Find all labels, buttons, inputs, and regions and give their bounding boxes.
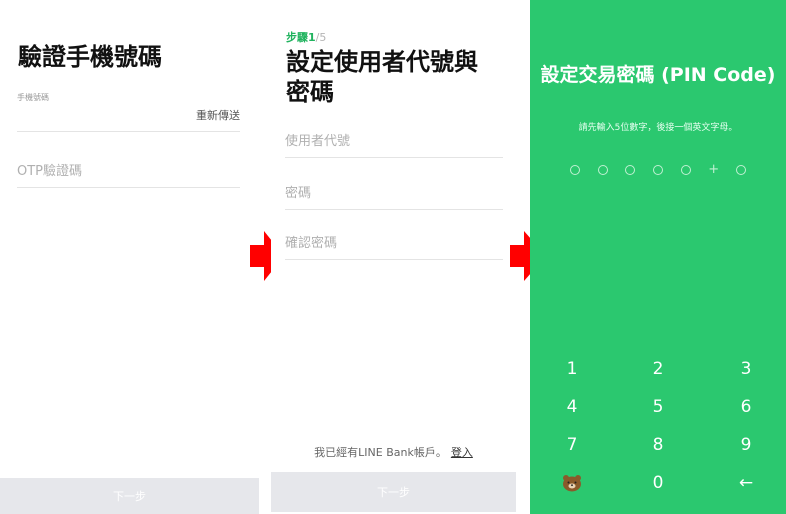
login-link[interactable]: 登入	[451, 446, 473, 459]
confirm-password-placeholder: 確認密碼	[285, 236, 338, 251]
pin-dot	[680, 165, 691, 175]
backspace-arrow-icon[interactable]: ←	[716, 468, 776, 498]
pin-hint: 請先輸入5位數字，後接一個英文字母。	[578, 123, 738, 133]
page-title: 設定交易密碼 (PIN Code)	[540, 64, 776, 86]
key-5[interactable]: 5	[628, 392, 688, 422]
red-arrow-stem	[510, 245, 524, 267]
user-id-input[interactable]: 使用者代號	[285, 124, 503, 158]
pin-letter-dot	[735, 165, 746, 175]
key-2[interactable]: 2	[628, 354, 688, 384]
key-4[interactable]: 4	[542, 392, 602, 422]
otp-placeholder: OTP驗證碼	[17, 164, 83, 179]
resend-button[interactable]: 重新傳送	[196, 107, 240, 123]
key-1[interactable]: 1	[542, 354, 602, 384]
have-account-text: 我已經有LINE Bank帳戶。	[314, 446, 447, 459]
pin-dot	[570, 165, 580, 175]
confirm-password-input[interactable]: 確認密碼	[285, 226, 503, 260]
bear-icon	[563, 475, 581, 492]
step-current: 步驟1	[286, 31, 316, 44]
password-placeholder: 密碼	[285, 186, 312, 201]
phone-field-label: 手機號碼	[17, 93, 49, 102]
key-9[interactable]: 9	[716, 430, 776, 460]
page-title: 設定使用者代號與密碼	[286, 48, 478, 106]
key-8[interactable]: 8	[628, 430, 688, 460]
next-button[interactable]: 下一步	[271, 472, 516, 512]
key-6[interactable]: 6	[716, 392, 776, 422]
step-indicator: 步驟1/5	[286, 29, 326, 45]
existing-account-row: 我已經有LINE Bank帳戶。 登入	[271, 444, 516, 460]
pin-indicator: +	[570, 163, 746, 177]
red-arrow-stem	[250, 245, 264, 267]
verify-phone-screen: 驗證手機號碼 手機號碼 重新傳送 OTP驗證碼 下一步	[0, 0, 259, 514]
page-title: 驗證手機號碼	[18, 43, 162, 71]
bear-key[interactable]	[542, 468, 602, 498]
set-user-id-screen: 步驟1/5 設定使用者代號與密碼 使用者代號 密碼 確認密碼 我已經有LINE …	[271, 0, 516, 514]
set-pin-screen: 設定交易密碼 (PIN Code) 請先輸入5位數字，後接一個英文字母。 + 1…	[530, 0, 786, 514]
phone-field[interactable]: 手機號碼 重新傳送	[17, 92, 240, 132]
password-input[interactable]: 密碼	[285, 176, 503, 210]
pin-dot	[625, 165, 636, 175]
otp-input[interactable]: OTP驗證碼	[17, 154, 240, 188]
key-7[interactable]: 7	[542, 430, 602, 460]
step-total: /5	[315, 31, 327, 44]
pin-dot	[652, 165, 663, 175]
pin-letter-separator: +	[708, 162, 720, 177]
key-3[interactable]: 3	[716, 354, 776, 384]
user-id-placeholder: 使用者代號	[285, 134, 351, 149]
pin-dot	[597, 165, 608, 175]
next-button[interactable]: 下一步	[0, 478, 259, 514]
key-0[interactable]: 0	[628, 468, 688, 498]
